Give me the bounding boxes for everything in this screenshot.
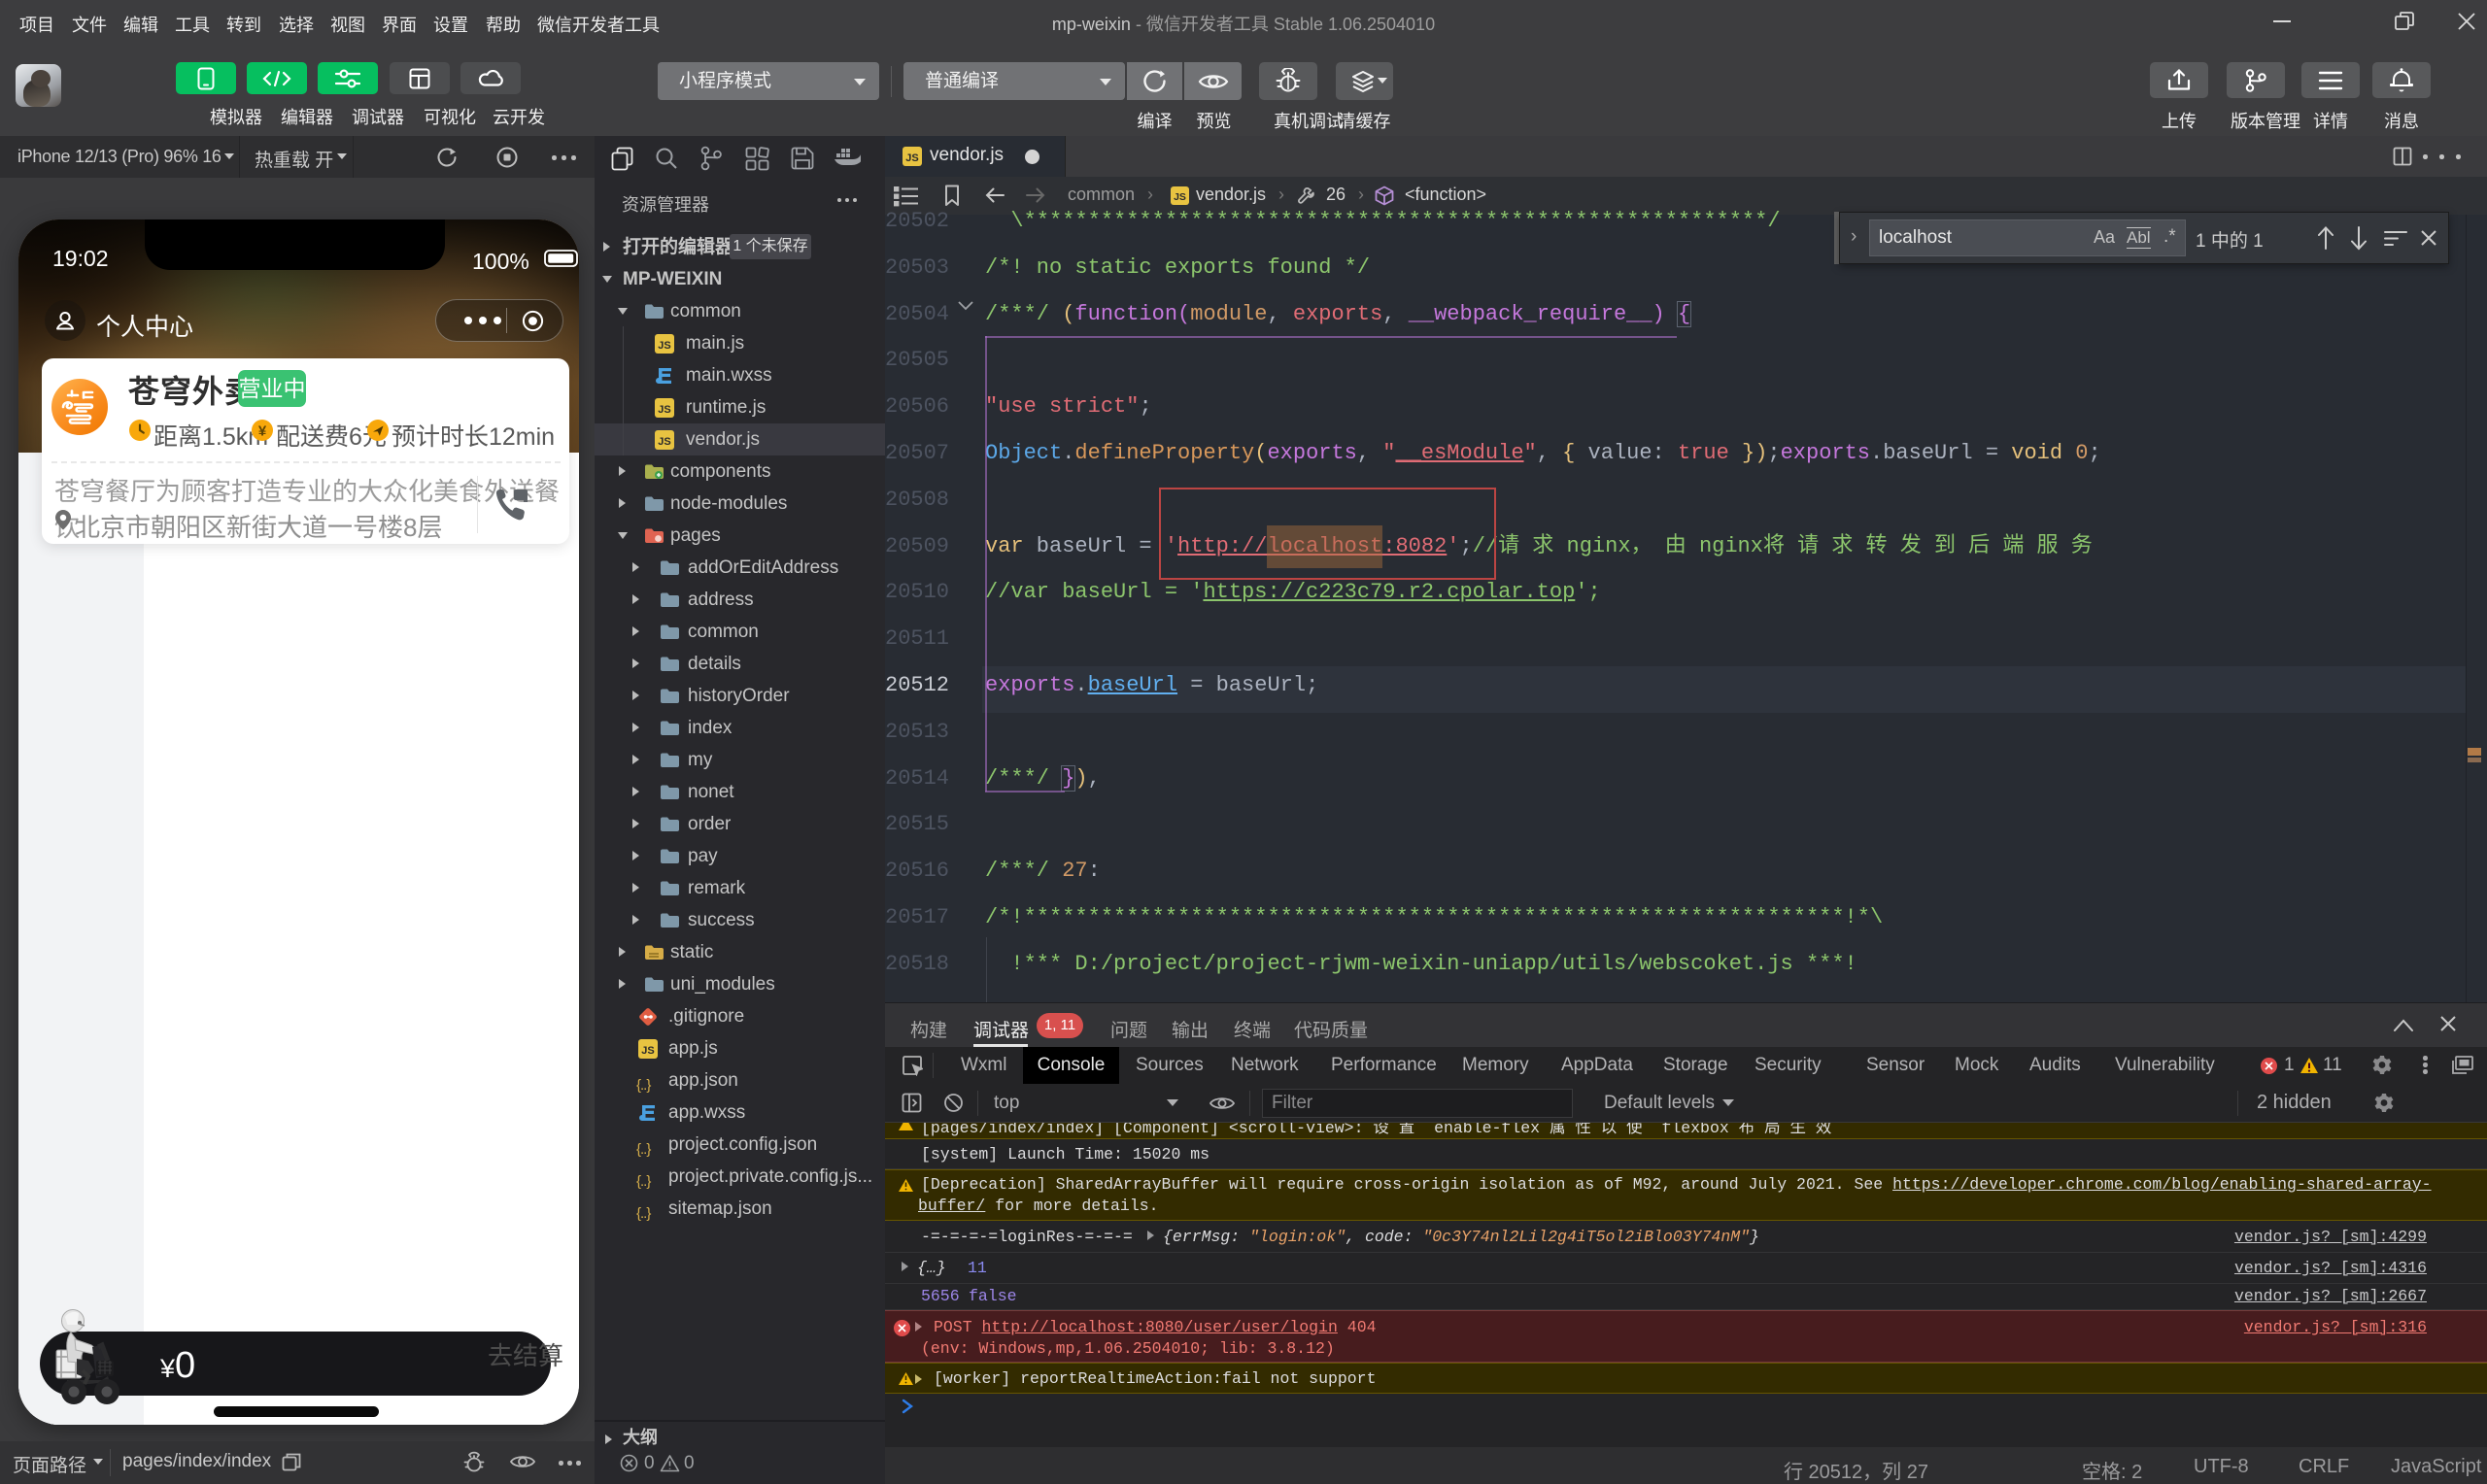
svg-text:JS: JS (641, 1045, 654, 1057)
svg-text:JS: JS (658, 404, 670, 416)
svg-text:JS: JS (658, 436, 670, 448)
svg-text:JS: JS (905, 152, 918, 164)
svg-text:JS: JS (658, 340, 670, 352)
svg-text:¥: ¥ (258, 423, 267, 440)
